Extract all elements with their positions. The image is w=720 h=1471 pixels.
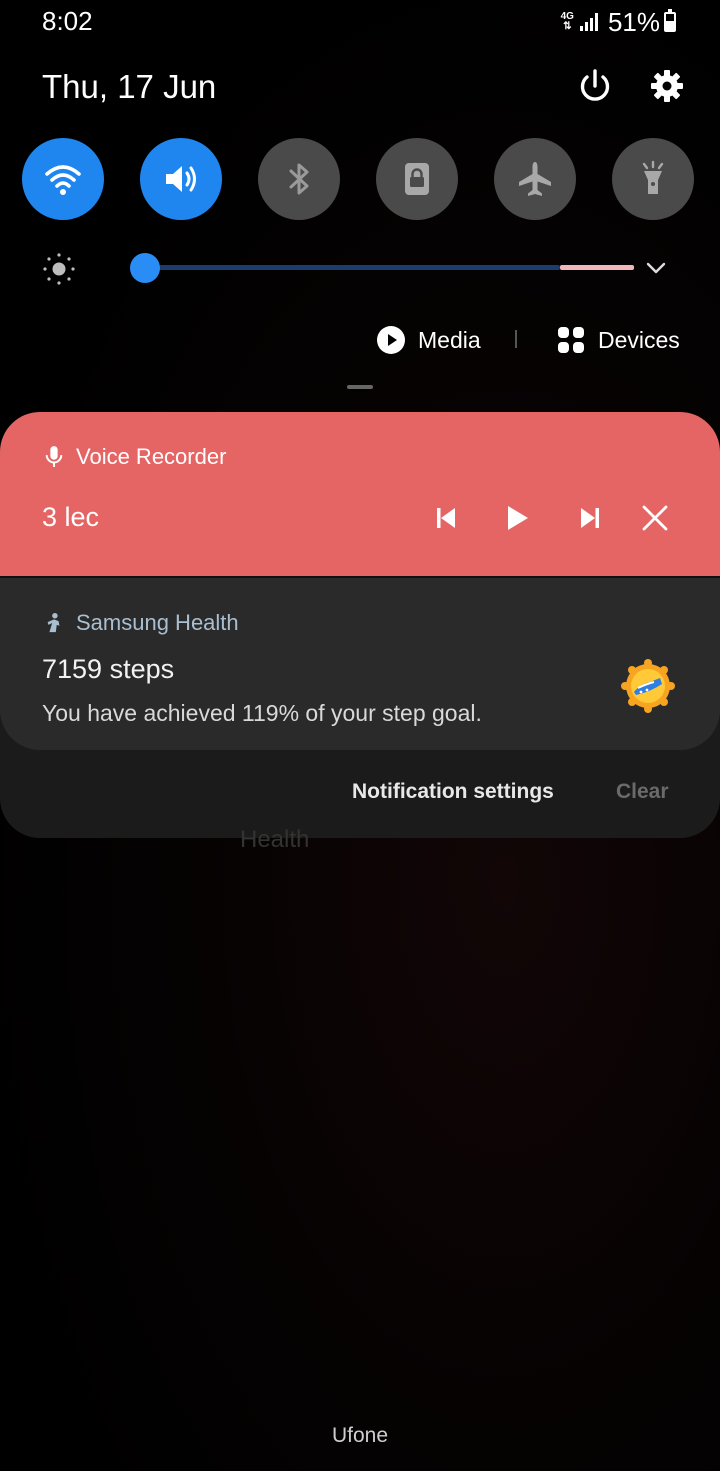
notification-shade: 8:02 4G ⇅ 51% Thu, 17 Jun Media Devices …	[0, 0, 720, 1471]
bluetooth-icon	[289, 163, 309, 195]
wifi-toggle[interactable]	[22, 138, 104, 220]
voice-recorder-notification[interactable]: Voice Recorder 3 lec	[0, 412, 720, 576]
battery-percent: 51%	[607, 6, 660, 37]
status-bar: 8:02 4G ⇅ 51%	[0, 0, 720, 44]
status-indicators: 4G ⇅ 51%	[561, 6, 676, 38]
clock: 8:02	[42, 6, 93, 36]
flashlight-icon	[642, 160, 664, 194]
sound-toggle[interactable]	[140, 138, 222, 220]
notification-panel: Voice Recorder 3 lec Samsung Health 7159…	[0, 412, 720, 838]
quick-settings-toggles	[22, 138, 698, 222]
brightness-slider-thumb[interactable]	[130, 253, 160, 283]
data-activity-icon: ⇅	[563, 21, 572, 32]
samsung-health-icon	[47, 613, 60, 633]
carrier-label: Ufone	[331, 1424, 389, 1447]
power-icon[interactable]	[575, 66, 615, 106]
separator	[515, 330, 517, 348]
date-label: Thu, 17 Jun	[42, 68, 217, 105]
devices-label: Devices	[598, 326, 680, 353]
airplane-mode-toggle[interactable]	[494, 138, 576, 220]
notification-settings-button[interactable]: Notification settings	[352, 780, 554, 804]
gear-icon[interactable]	[647, 66, 687, 106]
battery-icon	[664, 9, 676, 32]
screen-lock-toggle[interactable]	[376, 138, 458, 220]
play-icon[interactable]	[499, 500, 535, 536]
voice-recorder-app-header: Voice Recorder	[44, 444, 226, 470]
voice-recorder-app-name: Voice Recorder	[76, 444, 227, 469]
brightness-control	[42, 248, 682, 288]
chevron-down-icon[interactable]	[642, 254, 670, 282]
signal-strength-icon	[579, 13, 600, 31]
devices-grid-icon	[558, 327, 584, 353]
step-goal-badge-icon	[621, 659, 675, 713]
close-icon[interactable]	[637, 500, 673, 536]
flashlight-toggle[interactable]	[612, 138, 694, 220]
network-type-indicator: 4G ⇅	[560, 11, 574, 32]
next-icon[interactable]	[572, 500, 608, 536]
wifi-icon	[45, 165, 81, 195]
brightness-icon	[43, 253, 75, 285]
brightness-track-adaptive[interactable]	[560, 265, 634, 270]
brightness-track[interactable]	[146, 265, 560, 270]
previous-icon[interactable]	[428, 500, 464, 536]
samsung-health-app-header: Samsung Health	[44, 610, 239, 636]
bluetooth-toggle[interactable]	[258, 138, 340, 220]
lock-icon	[405, 163, 429, 195]
samsung-health-notification[interactable]: Samsung Health 7159 steps You have achie…	[0, 578, 720, 750]
media-label: Media	[418, 326, 481, 353]
steps-message: You have achieved 119% of your step goal…	[42, 700, 482, 726]
recording-title: 3 lec	[42, 502, 100, 532]
background-app-label: Health	[240, 826, 310, 853]
samsung-health-app-name: Samsung Health	[76, 610, 239, 635]
clear-button[interactable]: Clear	[616, 780, 669, 804]
steps-title: 7159 steps	[42, 654, 175, 684]
media-button[interactable]: Media	[376, 324, 481, 356]
volume-icon	[166, 166, 196, 192]
microphone-icon	[45, 446, 63, 467]
drag-handle[interactable]	[347, 385, 373, 389]
play-circle-icon	[377, 326, 405, 354]
devices-button[interactable]: Devices	[556, 324, 680, 356]
airplane-icon	[519, 162, 551, 196]
media-devices-row: Media Devices	[0, 320, 720, 360]
